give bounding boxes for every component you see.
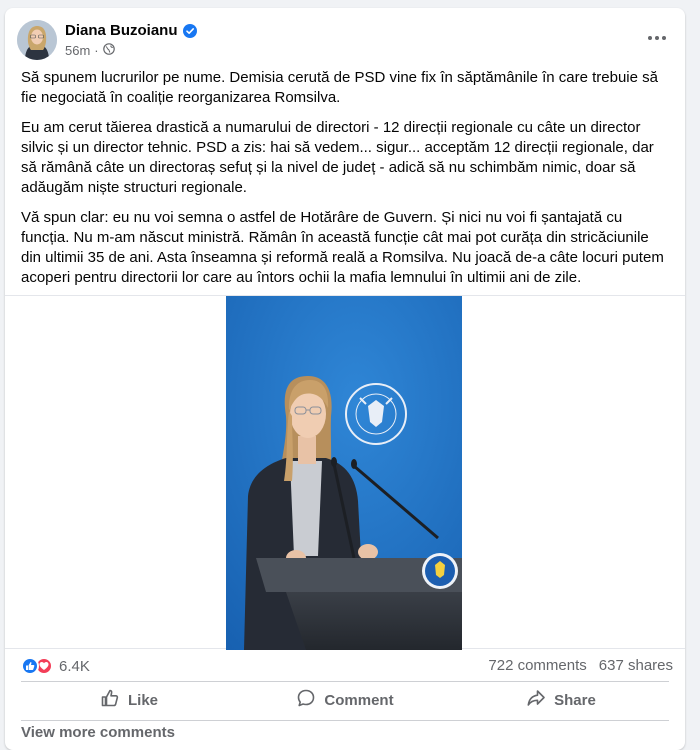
- divider: [21, 720, 669, 721]
- author-row: Diana Buzoianu: [65, 22, 197, 39]
- dot: [662, 36, 666, 40]
- lectern-seal-icon: [422, 553, 458, 589]
- comment-button[interactable]: Comment: [237, 682, 453, 718]
- share-button[interactable]: Share: [453, 682, 669, 718]
- shares-count[interactable]: 637 shares: [599, 657, 673, 674]
- author-name[interactable]: Diana Buzoianu: [65, 22, 178, 39]
- action-bar: Like Comment Share: [21, 682, 669, 718]
- share-icon: [526, 688, 546, 712]
- comment-label: Comment: [324, 691, 394, 709]
- post-paragraph-1: Să spunem lucrurilor pe nume. Demisia ce…: [21, 69, 658, 106]
- more-options-button[interactable]: [645, 28, 669, 48]
- post-photo[interactable]: [226, 296, 462, 650]
- post-card: Diana Buzoianu 56m · Să spunem lucrurilo…: [5, 8, 685, 750]
- like-label: Like: [127, 691, 158, 709]
- post-text: Să spunem lucrurilor pe nume. Demisia ce…: [21, 68, 671, 298]
- dot: [648, 36, 652, 40]
- like-icon: [100, 688, 120, 712]
- comment-icon: [296, 688, 316, 712]
- verified-badge-icon: [182, 23, 197, 38]
- post-media: [5, 295, 685, 650]
- globe-icon: [102, 43, 115, 58]
- post-paragraph-3: Vă spun clar: eu nu voi semna o astfel d…: [21, 209, 664, 286]
- reaction-count: 6.4K: [59, 657, 90, 675]
- post-meta: 56m ·: [65, 43, 115, 58]
- dot: [655, 36, 659, 40]
- stats-right: 722 comments 637 shares: [488, 657, 673, 674]
- comments-count[interactable]: 722 comments: [488, 657, 586, 674]
- view-more-comments-link[interactable]: View more comments: [21, 724, 175, 741]
- post-stats: 6.4K 722 comments 637 shares: [5, 653, 685, 681]
- post-timestamp[interactable]: 56m: [65, 43, 90, 58]
- share-label: Share: [554, 691, 596, 709]
- author-avatar[interactable]: [17, 20, 57, 60]
- post-header: Diana Buzoianu 56m ·: [5, 8, 685, 68]
- meta-separator: ·: [94, 43, 99, 58]
- like-button[interactable]: Like: [21, 682, 237, 718]
- like-reaction-icon: [21, 657, 39, 675]
- post-paragraph-2: Eu am cerut tăierea drastică a numarului…: [21, 119, 654, 196]
- reactions-summary[interactable]: 6.4K: [21, 657, 90, 675]
